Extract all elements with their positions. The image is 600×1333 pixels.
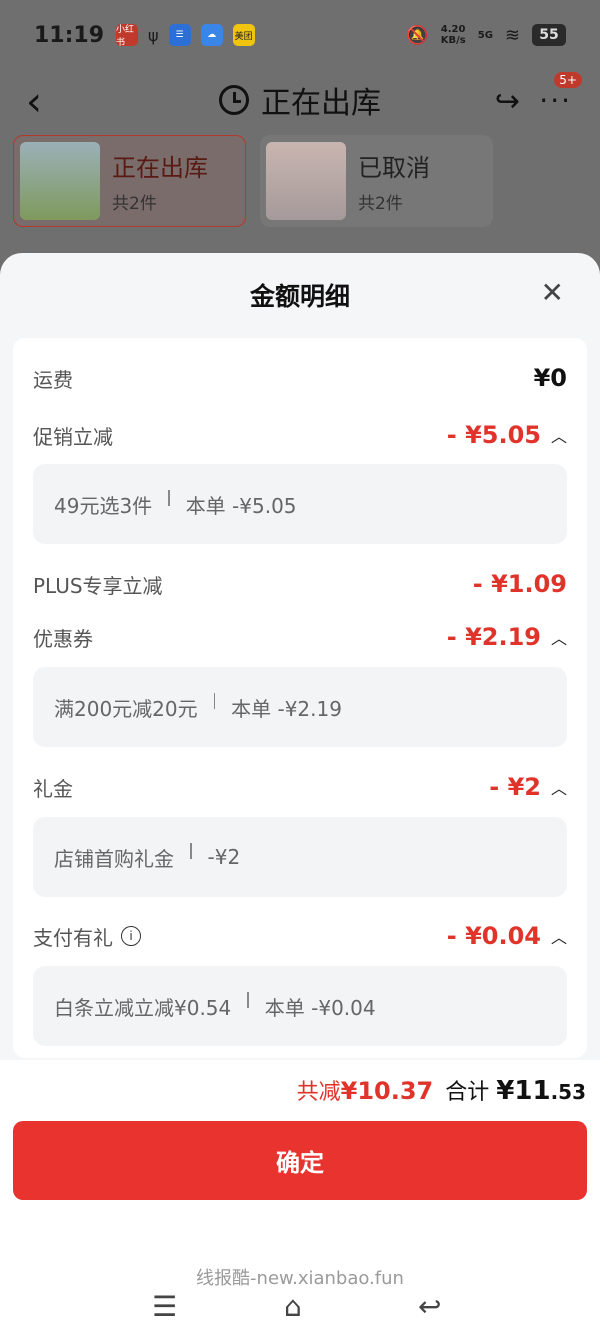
plus-row: PLUS专享立减 - ¥1.09 [33,566,567,602]
promo-detail-value: 本单 -¥5.05 [185,493,297,518]
gift-value: - ¥2 ︿ [489,773,567,801]
back-nav-icon[interactable]: ↩ [418,1290,441,1323]
share-icon[interactable]: ↪ [495,84,520,119]
coupon-row[interactable]: 优惠券 - ¥2.19 ︿ [33,619,567,655]
status-time: 11:19 [34,22,105,48]
coupon-detail-name: 满200元减20元 [54,696,198,721]
chevron-up-icon[interactable]: ︿ [551,775,567,799]
plus-value: - ¥1.09 [472,570,567,598]
shipping-row: 运费 ¥0 [33,360,567,396]
sheet-title: 金额明细 [249,282,350,311]
info-icon[interactable]: i [121,926,141,946]
gift-detail-value: -¥2 [207,845,241,869]
promo-row[interactable]: 促销立减 - ¥5.05 ︿ [33,417,567,453]
promo-amount: - ¥5.05 [446,421,541,449]
total-amount: 合计 ¥11.53 [445,1074,586,1106]
total-currency: ¥ [496,1076,515,1106]
promo-value: - ¥5.05 ︿ [447,421,567,449]
divider [190,843,192,859]
more-icon[interactable]: ··· [539,84,572,117]
saved-label: 共减 [296,1080,341,1105]
battery-icon: 55 [532,24,566,46]
status-right: 🔕 4.20 KB/s 5G ≋ 55 [406,24,566,46]
promo-detail: 49元选3件 本单 -¥5.05 [33,464,567,544]
pay-row[interactable]: 支付有礼 i - ¥0.04 ︿ [33,918,567,954]
status-bar: 11:19 小红书 ψ ☰ ☁ 美团 🔕 4.20 KB/s 5G ≋ 55 [0,0,600,70]
menu-icon[interactable]: ☰ [152,1290,177,1323]
pay-value: - ¥0.04 ︿ [447,922,567,950]
order-tab-count: 共2件 [358,194,403,214]
message-icon: ☰ [168,24,191,46]
close-icon[interactable]: ✕ [541,279,564,307]
coupon-detail-value: 本单 -¥2.19 [231,696,342,721]
pay-label-text: 支付有礼 [33,925,113,950]
notification-icons: 小红书 ψ ☰ ☁ 美团 [116,24,255,48]
order-tabs: 正在出库 共2件 已取消 共2件 [13,135,493,227]
footer-bar: 共减¥10.37 合计 ¥11.53 确定 线报酷-new.xianbao.fu… [0,1060,600,1333]
cloud-icon: ☁ [200,24,223,46]
divider [168,490,170,506]
order-tab-shipping[interactable]: 正在出库 共2件 [13,135,246,227]
net-speed: 4.20 KB/s [440,24,466,46]
network-type: 5G [477,29,493,41]
pay-detail-value: 本单 -¥0.04 [264,995,376,1020]
amount-card: 运费 ¥0 促销立减 - ¥5.05 ︿ 49元选3件 本单 -¥5.05 PL… [13,338,587,1058]
order-tab-title: 已取消 [358,154,430,182]
total-decimal: .53 [550,1080,586,1104]
order-tab-title: 正在出库 [112,154,208,182]
saved-value: ¥10.37 [340,1077,434,1105]
meituan-icon: 美团 [232,24,255,46]
plus-label: PLUS专享立减 [33,573,163,598]
total-int: 11 [514,1076,551,1106]
gift-detail: 店铺首购礼金 -¥2 [33,817,567,897]
totals: 共减¥10.37 合计 ¥11.53 [297,1074,586,1106]
gift-label: 礼金 [33,776,73,801]
divider [213,693,216,709]
pay-detail-name: 白条立减立减¥0.54 [54,995,232,1020]
pay-label: 支付有礼 i [33,922,141,951]
gift-detail-name: 店铺首购礼金 [54,846,174,871]
total-value: ¥11.53 [496,1076,586,1106]
xiaohongshu-icon: 小红书 [116,24,139,48]
system-nav-bar: ☰ ⌂ ↩ [0,1282,600,1332]
page-title-text: 正在出库 [261,86,381,121]
wifi-icon: ≋ [504,24,520,46]
chevron-up-icon[interactable]: ︿ [551,625,567,649]
pay-detail: 白条立减立减¥0.54 本单 -¥0.04 [33,966,567,1046]
product-thumbnail [20,142,100,220]
chevron-up-icon[interactable]: ︿ [551,924,567,948]
mute-icon: 🔕 [406,24,429,46]
promo-detail-name: 49元选3件 [54,493,153,518]
order-tab-count: 共2件 [112,194,157,214]
gift-amount: - ¥2 [489,773,541,801]
product-thumbnail [266,142,346,220]
coupon-label: 优惠券 [33,626,93,651]
top-nav: ‹ 正在出库 ↪ ··· 5+ [0,70,600,130]
promo-label: 促销立减 [33,424,113,449]
page-title: 正在出库 [219,78,381,122]
confirm-button[interactable]: 确定 [13,1121,587,1200]
back-button[interactable]: ‹ [26,82,42,122]
order-tab-cancelled[interactable]: 已取消 共2件 [260,135,493,227]
shipping-label: 运费 [33,367,73,392]
notification-badge: 5+ [554,72,582,88]
total-label: 合计 [445,1080,490,1105]
chevron-up-icon[interactable]: ︿ [551,423,567,447]
home-icon[interactable]: ⌂ [284,1290,302,1323]
coupon-value: - ¥2.19 ︿ [447,623,567,651]
gift-row[interactable]: 礼金 - ¥2 ︿ [33,769,567,805]
coupon-detail: 满200元减20元 本单 -¥2.19 [33,667,567,747]
shipping-value: ¥0 [533,364,567,392]
saved-amount: 共减¥10.37 [297,1074,434,1106]
usb-icon: ψ [148,25,159,45]
divider [247,992,249,1008]
coupon-amount: - ¥2.19 [446,623,541,651]
clock-icon [219,85,249,115]
pay-amount: - ¥0.04 [446,922,541,950]
